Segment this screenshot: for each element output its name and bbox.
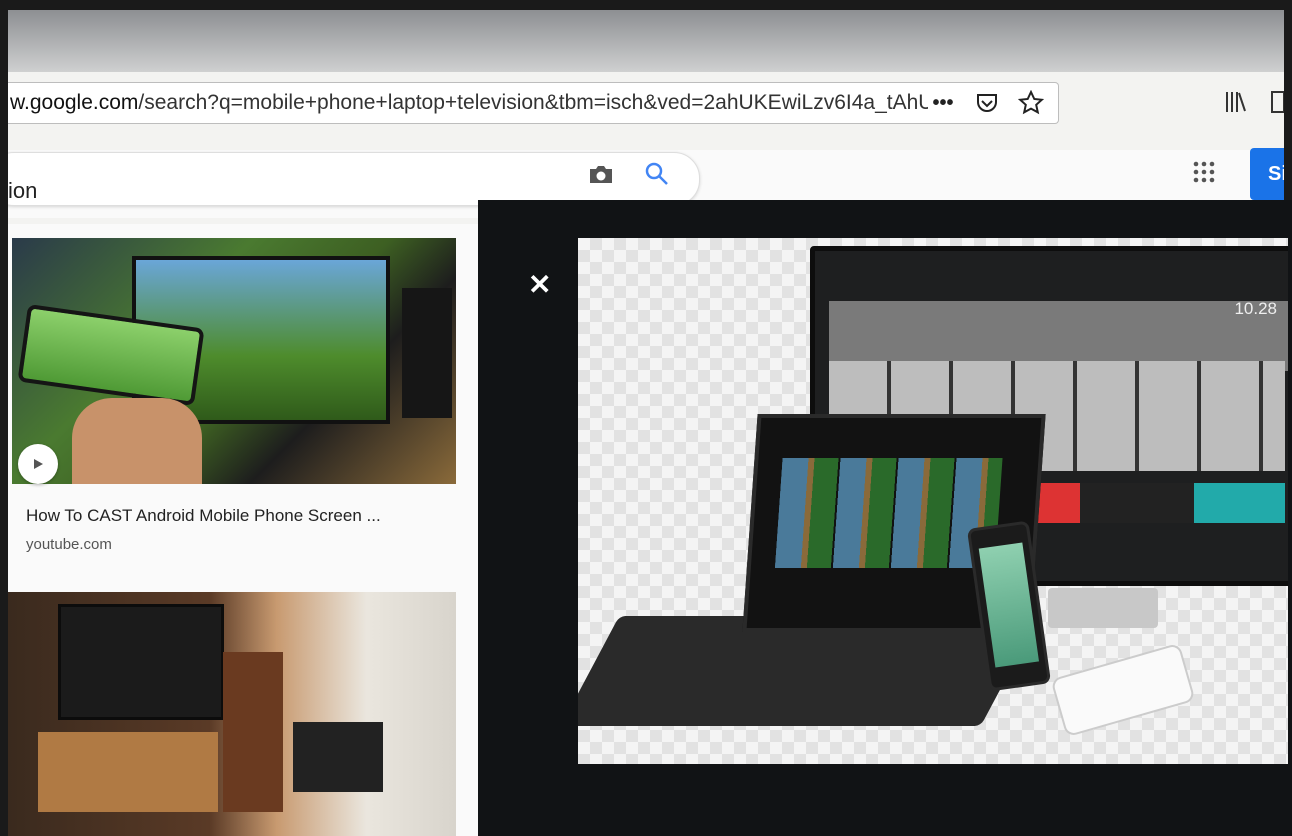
preview-phone-white <box>1050 642 1196 738</box>
preview-device-base <box>1048 588 1158 628</box>
result-thumbnail[interactable] <box>12 238 456 484</box>
laptop-photo-grid <box>774 458 1003 568</box>
thumbnail-cabinet <box>38 732 218 812</box>
sign-in-button[interactable]: Si <box>1250 148 1284 200</box>
thumbnail-speaker <box>223 652 283 812</box>
thumbnail-speaker <box>402 288 452 418</box>
close-icon[interactable]: ✕ <box>528 268 551 301</box>
thumbnail-hand <box>72 398 202 484</box>
camera-icon[interactable] <box>588 162 614 191</box>
url-host: w.google.com <box>10 91 139 114</box>
library-icon[interactable] <box>1224 90 1248 119</box>
address-bar[interactable]: w.google.com/search?q=mobile+phone+lapto… <box>8 82 1059 124</box>
bookmark-star-icon[interactable] <box>1016 88 1046 118</box>
search-query-text: ion <box>8 178 38 203</box>
result-source[interactable]: youtube.com <box>26 536 112 553</box>
monitor-clock: 10.28 <box>1234 299 1277 318</box>
image-results: How To CAST Android Mobile Phone Screen … <box>8 224 478 836</box>
preview-laptop-keyboard <box>578 616 1040 726</box>
thumbnail-laptop <box>293 722 383 792</box>
preview-image[interactable]: 10.28 <box>578 238 1288 764</box>
pocket-icon[interactable] <box>972 88 1002 118</box>
result-thumbnail[interactable] <box>8 592 456 836</box>
search-icon[interactable] <box>643 160 671 193</box>
more-actions-icon[interactable]: ••• <box>928 88 958 118</box>
thumbnail-tv <box>58 604 224 720</box>
browser-title-bar <box>8 10 1284 72</box>
apps-grid-icon[interactable] <box>1192 160 1216 189</box>
sidebar-icon[interactable] <box>1270 90 1284 119</box>
url-text[interactable]: w.google.com/search?q=mobile+phone+lapto… <box>8 91 928 115</box>
play-icon[interactable] <box>18 444 58 484</box>
url-path: /search?q=mobile+phone+laptop+television… <box>138 91 928 114</box>
result-title[interactable]: How To CAST Android Mobile Phone Screen … <box>26 506 381 526</box>
